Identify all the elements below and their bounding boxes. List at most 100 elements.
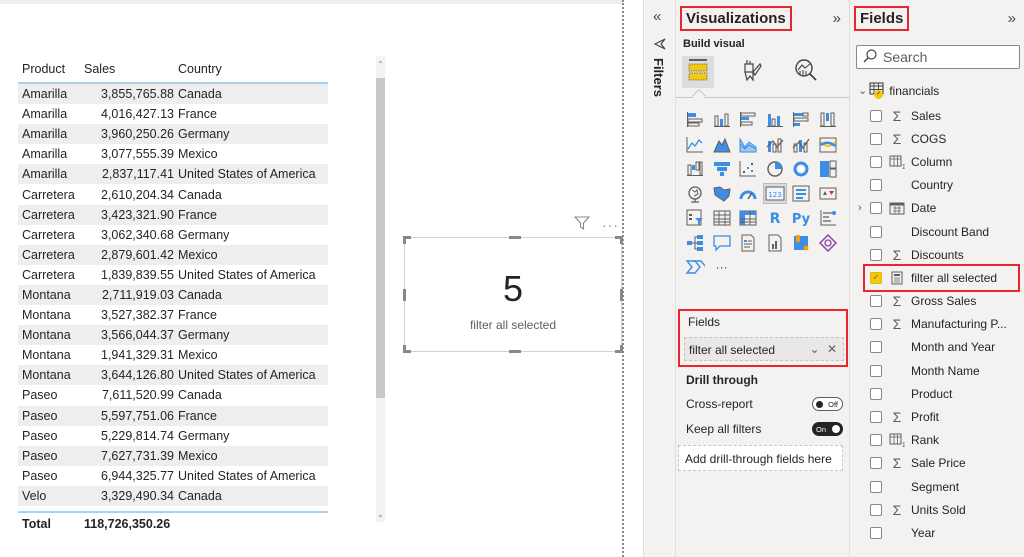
field-item[interactable]: Discount Band bbox=[870, 220, 1020, 243]
field-item[interactable]: Segment bbox=[870, 475, 1020, 498]
area-chart-icon[interactable] bbox=[711, 135, 733, 154]
table-row[interactable]: Amarilla 3,855,765.88 Canada bbox=[18, 84, 328, 105]
field-item[interactable]: Σ Rank bbox=[870, 429, 1020, 452]
column-header-country[interactable]: Country bbox=[178, 62, 328, 76]
table-row[interactable]: Amarilla 2,837,117.41 United States of Ame… bbox=[18, 164, 328, 185]
field-checkbox[interactable] bbox=[870, 109, 882, 122]
filters-label[interactable]: Filters bbox=[651, 58, 666, 97]
resize-handle-top[interactable] bbox=[509, 236, 521, 239]
build-visual-tab[interactable] bbox=[682, 56, 714, 88]
gauge-icon[interactable] bbox=[737, 184, 759, 203]
arrow-chevrons-icon[interactable] bbox=[684, 257, 706, 276]
stacked-column-chart-icon[interactable] bbox=[711, 110, 733, 129]
slicer-icon[interactable] bbox=[684, 208, 706, 227]
funnel-chart-icon[interactable] bbox=[711, 159, 733, 178]
drill-through-dropzone[interactable]: Add drill-through fields here bbox=[678, 445, 843, 471]
field-checkbox[interactable] bbox=[870, 132, 882, 145]
field-item[interactable]: Σ Profit bbox=[870, 405, 1020, 428]
table-icon[interactable] bbox=[711, 208, 733, 227]
field-checkbox[interactable] bbox=[870, 434, 882, 447]
card-visual[interactable]: 5 filter all selected bbox=[403, 236, 623, 353]
table-row[interactable]: Paseo 6,944,325.77 United States of Americ… bbox=[18, 466, 328, 486]
search-input[interactable]: Search bbox=[856, 45, 1020, 69]
smart-narrative-icon[interactable] bbox=[737, 233, 759, 252]
table-row[interactable]: Carretera 3,423,321.90 France bbox=[18, 204, 328, 225]
table-row[interactable]: Montana 2,711,919.03 Canada bbox=[18, 284, 328, 306]
field-checkbox[interactable] bbox=[870, 457, 882, 470]
field-checkbox[interactable] bbox=[870, 225, 882, 238]
donut-chart-icon[interactable] bbox=[790, 159, 812, 178]
table-row[interactable]: Montana 3,566,044.37 Germany bbox=[18, 325, 328, 346]
filter-icon[interactable] bbox=[573, 216, 591, 233]
table-row[interactable]: Paseo 5,229,814.74 Germany bbox=[18, 426, 328, 446]
resize-handle-bl-v[interactable] bbox=[403, 345, 406, 353]
field-item[interactable]: Σ Sale Price bbox=[870, 452, 1020, 475]
field-checkbox[interactable]: ✓ bbox=[870, 271, 882, 284]
treemap-icon[interactable] bbox=[817, 159, 839, 178]
table-row[interactable]: Carretera 2,610,204.34 Canada bbox=[18, 184, 328, 204]
line-chart-icon[interactable] bbox=[684, 135, 706, 154]
field-item[interactable]: Σ Sales bbox=[870, 104, 1020, 127]
field-checkbox[interactable] bbox=[870, 295, 882, 308]
field-item[interactable]: Σ Column bbox=[870, 150, 1020, 173]
table-row[interactable]: Carretera 2,879,601.42 Mexico bbox=[18, 244, 328, 265]
expand-chevron-icon[interactable]: » bbox=[1008, 10, 1016, 27]
matrix-icon[interactable] bbox=[737, 208, 759, 227]
paginated-report-icon[interactable] bbox=[764, 233, 786, 252]
format-visual-tab[interactable] bbox=[736, 56, 768, 88]
field-checkbox[interactable] bbox=[870, 155, 882, 168]
resize-handle-left[interactable] bbox=[403, 289, 406, 301]
cross-report-toggle[interactable]: Off bbox=[812, 397, 843, 411]
table-node-financials[interactable]: ⌄ ✓ financials bbox=[858, 82, 939, 99]
field-checkbox[interactable] bbox=[870, 503, 882, 516]
chevron-down-icon[interactable]: ⌄ bbox=[810, 342, 820, 356]
report-canvas[interactable]: Product Sales Country Amarilla 3,855,765.… bbox=[0, 0, 623, 557]
decomposition-tree-icon[interactable] bbox=[684, 233, 706, 252]
table-row[interactable]: Amarilla 3,077,555.39 Mexico bbox=[18, 144, 328, 164]
table-row[interactable]: Velo 3,329,490.34 Canada bbox=[18, 485, 328, 506]
table-row[interactable]: Montana 3,527,382.37 France bbox=[18, 305, 328, 325]
line-and-stacked-column-icon[interactable] bbox=[764, 135, 786, 154]
more-options-icon[interactable]: ··· bbox=[602, 217, 619, 233]
field-item[interactable]: Year bbox=[870, 521, 1020, 544]
table-row[interactable]: Amarilla 4,016,427.13 France bbox=[18, 104, 328, 124]
field-item[interactable]: ✓ filter all selected bbox=[863, 264, 1020, 292]
field-checkbox[interactable] bbox=[870, 526, 882, 539]
table-row[interactable]: Amarilla 3,960,250.26 Germany bbox=[18, 124, 328, 145]
field-item[interactable]: Month and Year bbox=[870, 336, 1020, 359]
filled-map-icon[interactable] bbox=[711, 184, 733, 203]
remove-field-icon[interactable]: ✕ bbox=[827, 342, 837, 356]
column-header-product[interactable]: Product bbox=[18, 62, 80, 76]
resize-handle-bottom[interactable] bbox=[509, 350, 521, 353]
field-item[interactable]: Σ Gross Sales bbox=[870, 290, 1020, 313]
fields-well-item[interactable]: filter all selected ⌄ ✕ bbox=[684, 337, 844, 361]
chevron-down-icon[interactable]: ⌄ bbox=[858, 84, 867, 97]
scatter-chart-icon[interactable] bbox=[737, 159, 759, 178]
kpi-icon[interactable] bbox=[817, 184, 839, 203]
clustered-bar-chart-icon[interactable] bbox=[737, 110, 759, 129]
field-item[interactable]: Σ Discounts bbox=[870, 243, 1020, 266]
field-checkbox[interactable] bbox=[870, 341, 882, 354]
stacked-bar-chart-icon[interactable] bbox=[684, 110, 706, 129]
table-scrollbar[interactable]: ⌃ ⌄ bbox=[376, 56, 385, 522]
field-item[interactable]: Country bbox=[870, 174, 1020, 197]
map-icon[interactable] bbox=[684, 184, 706, 203]
field-checkbox[interactable] bbox=[870, 318, 882, 331]
qa-visual-icon[interactable] bbox=[711, 233, 733, 252]
pie-chart-icon[interactable] bbox=[764, 159, 786, 178]
table-row[interactable]: Carretera 3,062,340.68 Germany bbox=[18, 225, 328, 245]
table-row[interactable]: Paseo 7,611,520.99 Canada bbox=[18, 385, 328, 405]
power-apps-icon[interactable] bbox=[790, 233, 812, 252]
table-row[interactable]: Paseo 5,597,751.06 France bbox=[18, 405, 328, 426]
field-checkbox[interactable] bbox=[870, 411, 882, 424]
clustered-column-chart-icon[interactable] bbox=[764, 110, 786, 129]
card-icon[interactable]: 123 bbox=[762, 182, 787, 204]
table-visual[interactable]: Product Sales Country Amarilla 3,855,765.… bbox=[18, 56, 328, 506]
filters-pane-collapsed[interactable]: « Filters bbox=[643, 0, 676, 557]
scroll-down-icon[interactable]: ⌄ bbox=[376, 510, 385, 520]
expand-chevron-icon[interactable]: » bbox=[833, 10, 841, 27]
field-item[interactable]: Month Name bbox=[870, 359, 1020, 382]
resize-handle-tl-v[interactable] bbox=[403, 236, 406, 244]
field-checkbox[interactable] bbox=[870, 480, 882, 493]
100-stacked-bar-chart-icon[interactable] bbox=[790, 110, 812, 129]
